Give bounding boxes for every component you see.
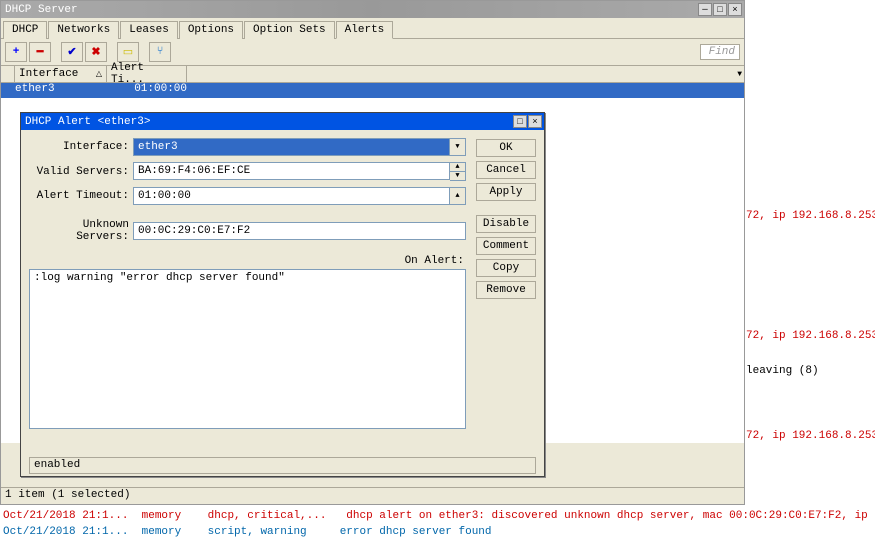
note-icon: ▭ — [123, 45, 133, 59]
valid-down-button[interactable]: ▼ — [450, 171, 465, 180]
log-line-1: Oct/21/2018 21:1... memory dhcp, critica… — [3, 510, 875, 522]
window-title: DHCP Server — [3, 4, 698, 16]
alert-timeout-label: Alert Timeout: — [29, 190, 133, 202]
check-icon: ✔ — [67, 45, 76, 59]
minus-icon: ━ — [37, 45, 44, 59]
dialog-close-button[interactable]: × — [528, 115, 542, 128]
tab-bar: DHCP Networks Leases Options Option Sets… — [1, 18, 744, 39]
sort-icon: △ — [96, 69, 102, 79]
funnel-icon: ⑂ — [157, 46, 164, 58]
dialog-buttons: OK Cancel Apply Disable Comment Copy Rem… — [476, 138, 536, 433]
window-status: 1 item (1 selected) — [1, 487, 744, 504]
valid-up-button[interactable]: ▲ — [450, 163, 465, 171]
cell-interface: ether3 — [15, 83, 107, 98]
find-input[interactable]: Find — [700, 44, 740, 60]
valid-servers-label: Valid Servers: — [29, 166, 133, 178]
cell-alert: 01:00:00 — [107, 83, 187, 98]
tab-alerts[interactable]: Alerts — [336, 21, 394, 39]
on-alert-script[interactable] — [29, 269, 466, 429]
log-fragment: 72, ip 192.168.8.253 — [746, 210, 875, 222]
comment-button-dlg[interactable]: Comment — [476, 237, 536, 255]
unknown-servers-label: Unknown Servers: — [29, 219, 133, 243]
dialog-title: DHCP Alert <ether3> — [23, 116, 513, 128]
dialog-status: enabled — [29, 457, 536, 474]
disable-button[interactable]: ✖ — [85, 42, 107, 62]
tab-option-sets[interactable]: Option Sets — [244, 21, 335, 39]
col-flag[interactable] — [1, 66, 15, 82]
alert-timeout-field[interactable] — [133, 187, 450, 205]
timeout-up-button[interactable]: ▲ — [450, 188, 465, 204]
log-fragment: 72, ip 192.168.8.253 — [746, 330, 875, 342]
maximize-button[interactable]: □ — [713, 3, 727, 16]
tab-dhcp[interactable]: DHCP — [3, 21, 47, 39]
tab-leases[interactable]: Leases — [120, 21, 178, 39]
apply-button[interactable]: Apply — [476, 183, 536, 201]
cancel-button[interactable]: Cancel — [476, 161, 536, 179]
dialog-maximize-button[interactable]: □ — [513, 115, 527, 128]
enable-button[interactable]: ✔ — [61, 42, 83, 62]
x-icon: ✖ — [91, 45, 100, 59]
col-dropdown[interactable]: ▼ — [187, 66, 744, 82]
grid-header: Interface△ Alert Ti... ▼ — [1, 66, 744, 83]
tab-networks[interactable]: Networks — [48, 21, 119, 39]
dhcp-alert-dialog: DHCP Alert <ether3> □ × Interface: ▼ Val… — [20, 112, 545, 477]
minimize-button[interactable]: ─ — [698, 3, 712, 16]
add-button[interactable]: + — [5, 42, 27, 62]
window-titlebar: DHCP Server ─ □ × — [1, 1, 744, 18]
interface-field[interactable] — [133, 138, 450, 156]
remove-button-dlg[interactable]: Remove — [476, 281, 536, 299]
col-interface[interactable]: Interface△ — [15, 66, 107, 82]
disable-button[interactable]: Disable — [476, 215, 536, 233]
tab-options[interactable]: Options — [179, 21, 243, 39]
dialog-form: Interface: ▼ Valid Servers: ▲ ▼ Alert Ti… — [29, 138, 466, 433]
interface-label: Interface: — [29, 141, 133, 153]
close-button[interactable]: × — [728, 3, 742, 16]
comment-button[interactable]: ▭ — [117, 42, 139, 62]
copy-button[interactable]: Copy — [476, 259, 536, 277]
log-fragment: 72, ip 192.168.8.253 — [746, 430, 875, 442]
log-line-2: Oct/21/2018 21:1... memory script, warni… — [3, 526, 492, 538]
interface-dropdown[interactable]: ▼ — [450, 139, 465, 155]
col-alert-timeout[interactable]: Alert Ti... — [107, 66, 187, 82]
on-alert-label: On Alert: — [29, 255, 466, 267]
unknown-servers-field[interactable] — [133, 222, 466, 240]
chevron-down-icon: ▼ — [737, 70, 742, 79]
valid-servers-field[interactable] — [133, 162, 450, 180]
remove-button[interactable]: ━ — [29, 42, 51, 62]
table-row[interactable]: ether3 01:00:00 — [1, 83, 744, 98]
log-fragment: leaving (8) — [746, 365, 819, 377]
ok-button[interactable]: OK — [476, 139, 536, 157]
plus-icon: + — [13, 46, 20, 58]
filter-button[interactable]: ⑂ — [149, 42, 171, 62]
dialog-titlebar: DHCP Alert <ether3> □ × — [21, 113, 544, 130]
